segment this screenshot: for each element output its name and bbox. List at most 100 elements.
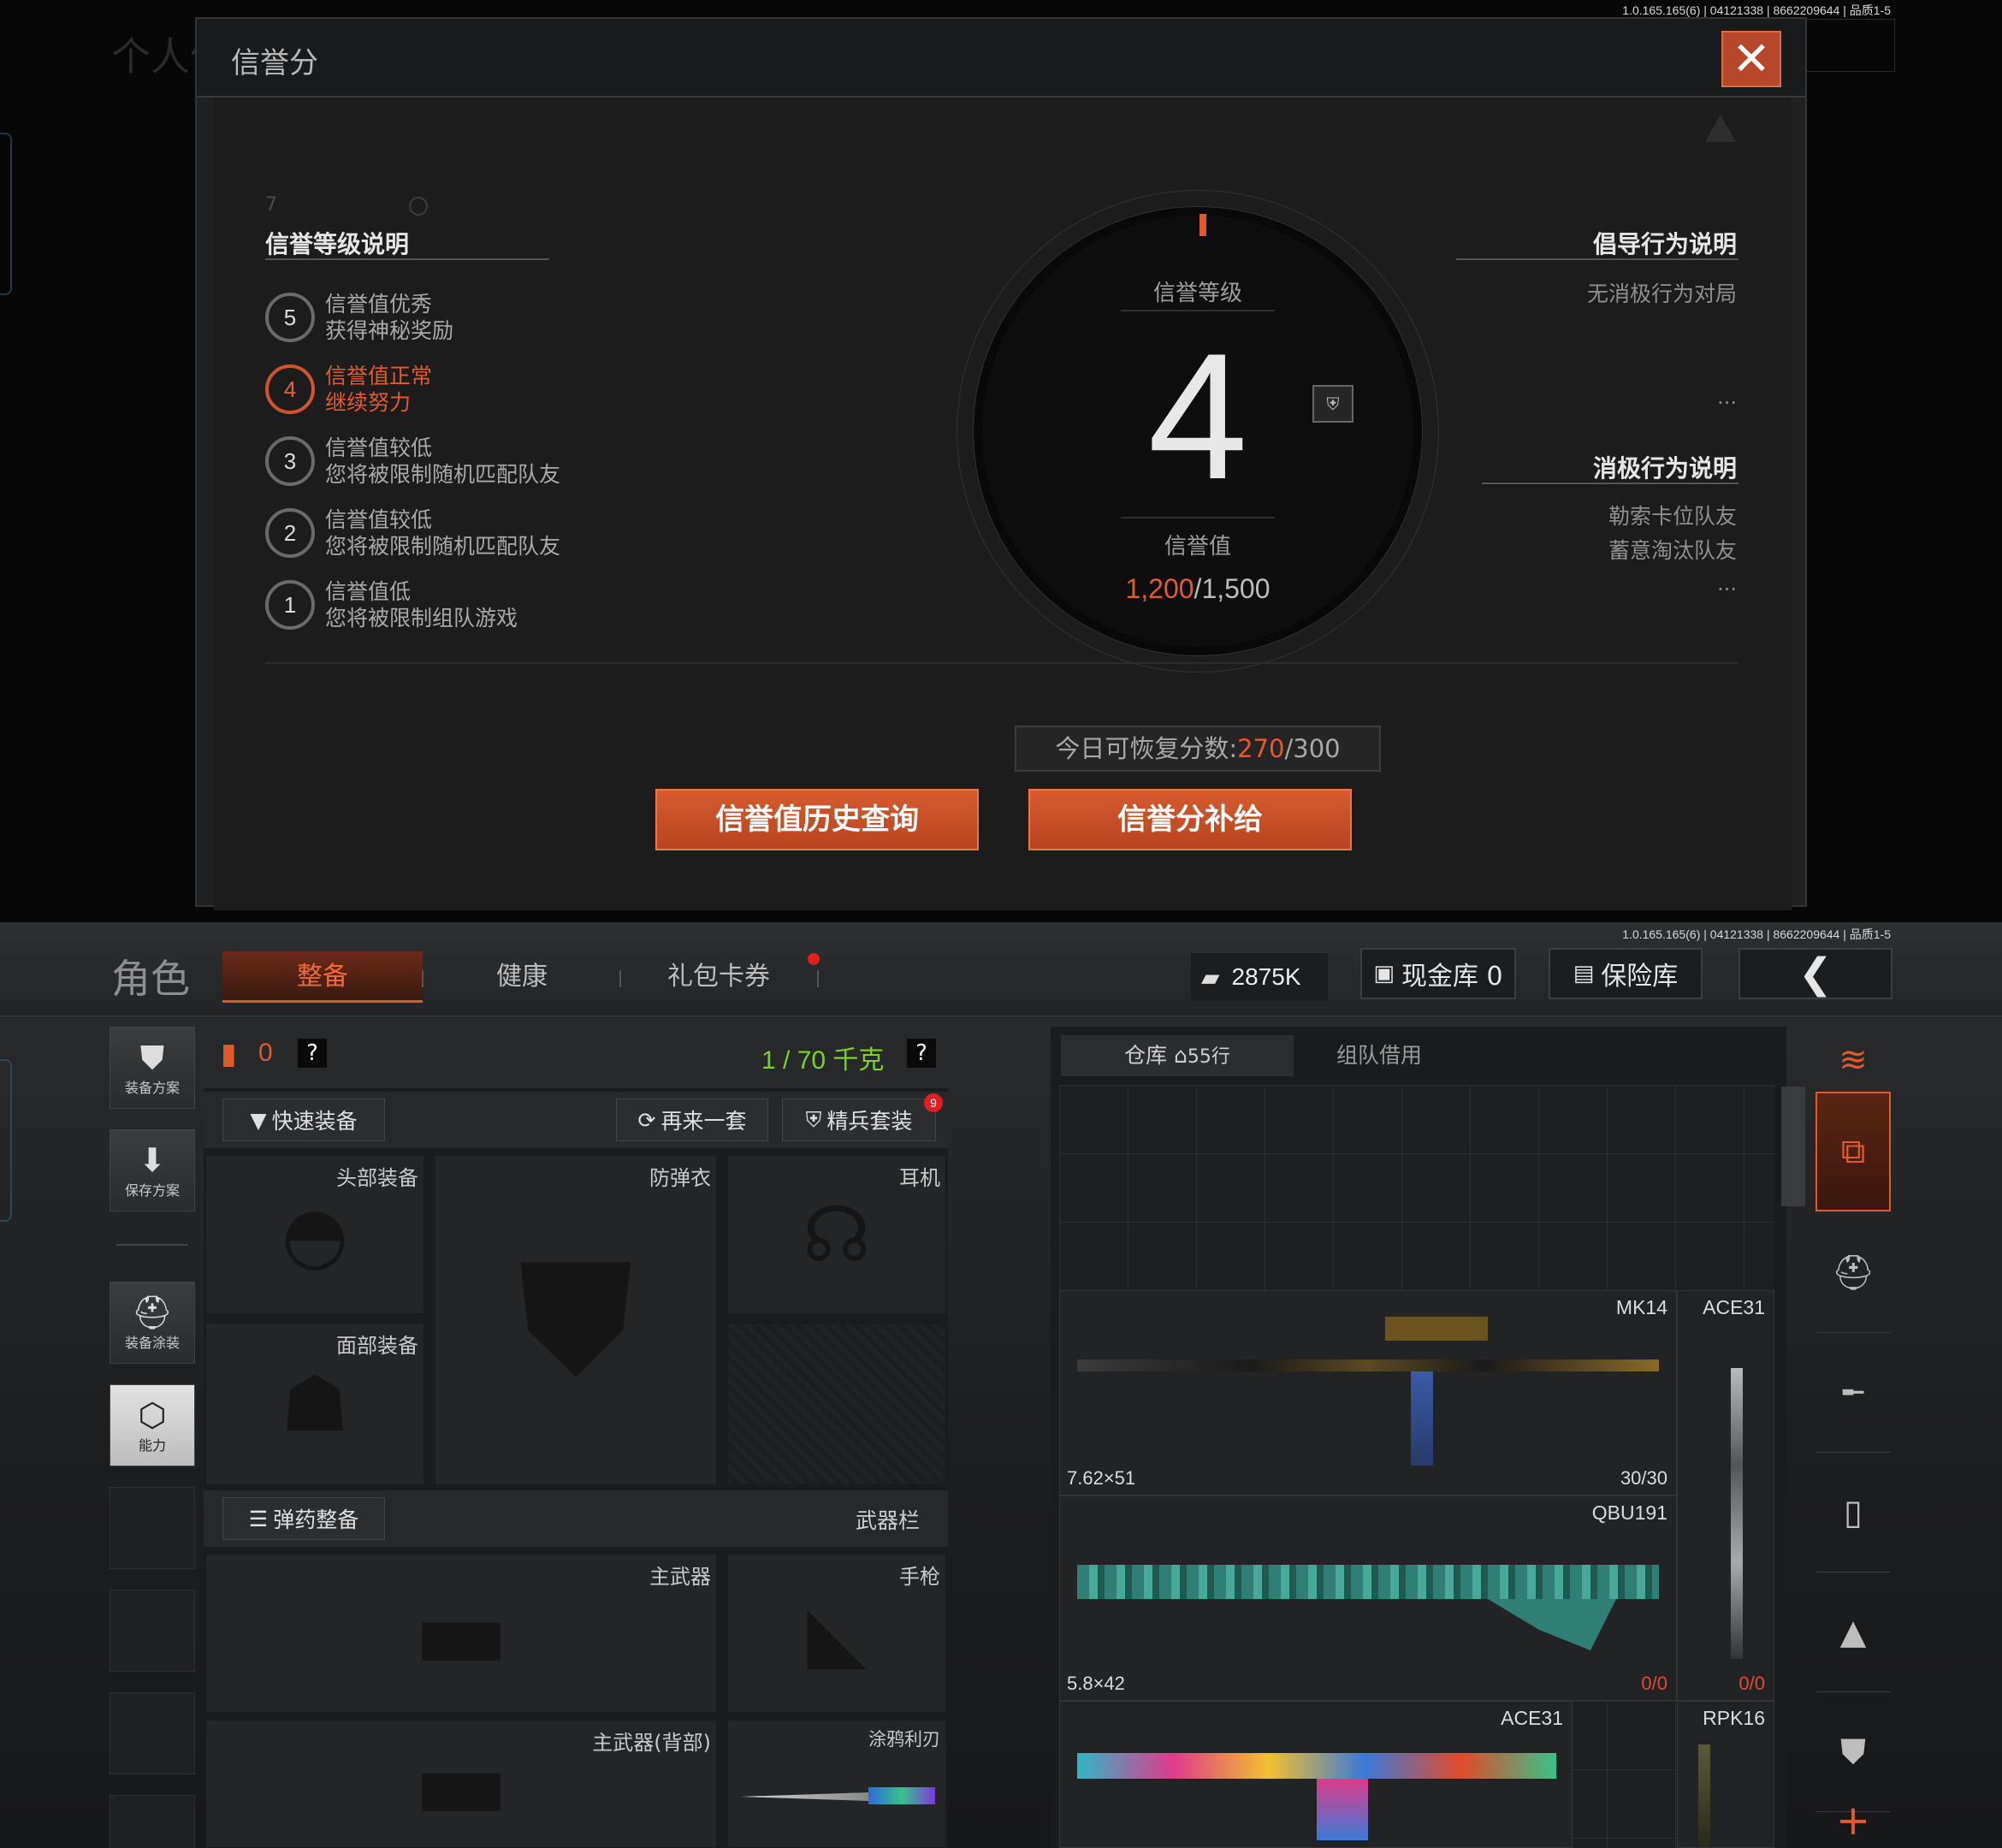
weight-help-icon[interactable]: ? <box>907 1039 936 1068</box>
slot-earphone[interactable]: ☊ 耳机 <box>727 1155 946 1314</box>
helmet-paint-icon: ⛑ <box>131 1294 174 1331</box>
bullet-icon[interactable]: ▲ <box>1815 1573 1891 1692</box>
slot-face[interactable]: ☗ 面部装备 <box>205 1323 424 1485</box>
level-line-2: 获得神秘奖励 <box>325 318 454 343</box>
nav-skins[interactable]: ⛑ 装备涂装 <box>110 1282 195 1364</box>
warning-icon <box>1705 115 1736 142</box>
elite-set-label: 精兵套装 <box>826 1109 913 1134</box>
ammo-prep-button[interactable]: ☰ 弹药整备 <box>222 1497 385 1540</box>
level-circle: 2 <box>265 508 315 558</box>
level-row-2: 2 信誉值较低 您将被限制随机匹配队友 <box>265 505 560 561</box>
bottom-divider <box>265 662 1738 664</box>
side-handle <box>0 1059 12 1222</box>
credit-current: 1,200 <box>1125 573 1194 604</box>
ace31-graffiti-rifle-image <box>1077 1753 1556 1779</box>
ammo-prep-label: 弹药整备 <box>273 1507 359 1532</box>
level-circle: 5 <box>265 293 315 342</box>
notification-dot <box>808 953 820 965</box>
armor-count: 0 <box>258 1039 273 1067</box>
slot-vest[interactable]: ⛊ 防弹衣 <box>435 1155 717 1485</box>
shirt-icon: ▼ <box>250 1107 267 1133</box>
close-button[interactable]: ✕ <box>1721 31 1781 87</box>
encouraged-heading: 倡导行为说明 <box>1592 230 1737 258</box>
side-handle <box>0 133 12 295</box>
credit-modal: 信誉分 ✕ 7 信誉等级说明 5 信誉值优秀 获得神秘奖励 4 信誉值正常 继续努力 3 信誉… <box>195 17 1807 910</box>
help-icon[interactable]: ? <box>298 1039 327 1068</box>
warehouse-scrollbar[interactable] <box>1781 1087 1805 1206</box>
restore-label: 今日可恢复分数: <box>1055 734 1238 763</box>
encouraged-more: ... <box>1717 385 1737 409</box>
weapon-name: RPK16 <box>1703 1707 1765 1729</box>
negative-more: ... <box>1717 572 1737 595</box>
add-icon[interactable]: + <box>1815 1795 1891 1846</box>
ace31-graffiti-mag-image <box>1317 1779 1368 1840</box>
gauge-value-label: 信誉值 <box>1164 534 1231 560</box>
level-circle: 3 <box>265 436 315 486</box>
weapon-item-ace31[interactable]: ACE31 0/0 <box>1677 1290 1774 1701</box>
again-label: 再来一套 <box>660 1109 747 1134</box>
level-line-2: 您将被限制随机匹配队友 <box>325 534 561 559</box>
loadout-screen: 1.0.165.165(6) | 04121338 | 8662209644 |… <box>0 922 2002 1848</box>
nav-label: 能力 <box>138 1437 166 1454</box>
vest-silhouette-icon: ⛊ <box>518 1229 634 1409</box>
safe-box-button[interactable]: ▤ 保险库 <box>1549 948 1703 999</box>
level-row-4: 4 信誉值正常 继续努力 <box>265 361 432 418</box>
slot-primary[interactable]: ▬ 主武器 <box>205 1554 717 1713</box>
tab-separator <box>619 970 621 987</box>
level-text: 信誉值低 您将被限制组队游戏 <box>325 578 518 631</box>
weapon-item-qbu191[interactable]: QBU191 5.8×42 0/0 <box>1059 1496 1677 1701</box>
slot-label: 主武器 <box>649 1565 711 1589</box>
sort-icon[interactable]: ≋ <box>1815 1030 1891 1090</box>
nav-ability[interactable]: ⬡ 能力 <box>110 1384 195 1466</box>
negative-item-1: 勒索卡位队友 <box>1608 504 1737 529</box>
nav-save-plan[interactable]: ⬇ 保存方案 <box>110 1129 195 1211</box>
restore-max: /300 <box>1284 734 1341 763</box>
shield-icon: ⛨ <box>805 1107 822 1132</box>
nav-divider <box>116 1244 188 1246</box>
money-amount: 2875K <box>1231 963 1301 990</box>
nav-loadout-plans[interactable]: ⛊ 装备方案 <box>110 1027 195 1109</box>
weapon-item-ace31-graffiti[interactable]: ACE31 <box>1059 1701 1573 1848</box>
level-line-1: 信誉值较低 <box>325 507 433 532</box>
level-line-1: 信誉值较低 <box>325 435 433 460</box>
slot-pistol[interactable]: ◣ 手枪 <box>727 1554 946 1713</box>
history-button[interactable]: 信誉值历史查询 <box>655 789 979 850</box>
supply-button[interactable]: 信誉分补给 <box>1028 789 1352 850</box>
tab-warehouse[interactable]: 仓库 ⌂55行 <box>1061 1035 1294 1076</box>
encouraged-item: 无消极行为对局 <box>1586 281 1737 306</box>
slot-label: 耳机 <box>899 1166 940 1190</box>
modal-header: 信誉分 ✕ <box>197 19 1805 98</box>
ammo-icon: ☰ <box>248 1506 269 1531</box>
weapon-item-mk14[interactable]: MK14 7.62×51 30/30 <box>1059 1290 1677 1496</box>
warehouse-rows: 55行 <box>1187 1046 1230 1068</box>
level-row-5: 5 信誉值优秀 获得神秘奖励 <box>265 289 453 346</box>
magazine-icon[interactable]: ▯ <box>1815 1453 1891 1573</box>
weapon-caliber: 5.8×42 <box>1067 1673 1125 1694</box>
stack-icon[interactable]: ⧉ <box>1815 1092 1891 1211</box>
level-row-1: 1 信誉值低 您将被限制组队游戏 <box>265 577 518 633</box>
slot-empty-pattern <box>727 1323 946 1485</box>
again-button[interactable]: ⟳ 再来一套 <box>616 1099 768 1141</box>
level-line-1: 信誉值低 <box>325 579 412 604</box>
slot-melee[interactable]: 涂鸦利刃 <box>727 1720 946 1848</box>
tab-prepare[interactable]: 整备 <box>222 951 423 1003</box>
tab-health[interactable]: 健康 <box>428 951 616 1003</box>
negative-item-2: 蓄意淘汰队友 <box>1608 538 1737 563</box>
rifle-icon[interactable]: ╾ <box>1815 1333 1891 1453</box>
helmet-icon[interactable]: ⛑ <box>1815 1213 1891 1333</box>
levels-heading: 信誉等级说明 <box>265 230 410 258</box>
elite-set-button[interactable]: ⛨ 精兵套装 <box>782 1099 936 1141</box>
cash-vault-button[interactable]: ▣ 现金库 0 <box>1360 948 1516 999</box>
tab-team-borrow[interactable]: 组队借用 <box>1297 1035 1461 1076</box>
slot-primary-back[interactable]: ▬ 主武器(背部) <box>205 1720 717 1848</box>
mk14-rifle-image <box>1077 1359 1659 1371</box>
quick-equip-button[interactable]: ▼ 快速装备 <box>222 1099 385 1141</box>
credit-max: /1,500 <box>1194 573 1270 604</box>
weapon-item-rpk16[interactable]: RPK16 <box>1677 1701 1774 1848</box>
back-button[interactable]: ❮ <box>1738 948 1892 999</box>
level-row-3: 3 信誉值较低 您将被限制随机匹配队友 <box>265 433 560 489</box>
slot-head[interactable]: ◓ 头部装备 <box>205 1155 424 1314</box>
tab-gift-coupons[interactable]: 礼包卡券 <box>625 951 813 1003</box>
parts-icon[interactable]: ⛊ <box>1815 1692 1891 1812</box>
ability-icon: ⬡ <box>138 1396 167 1434</box>
